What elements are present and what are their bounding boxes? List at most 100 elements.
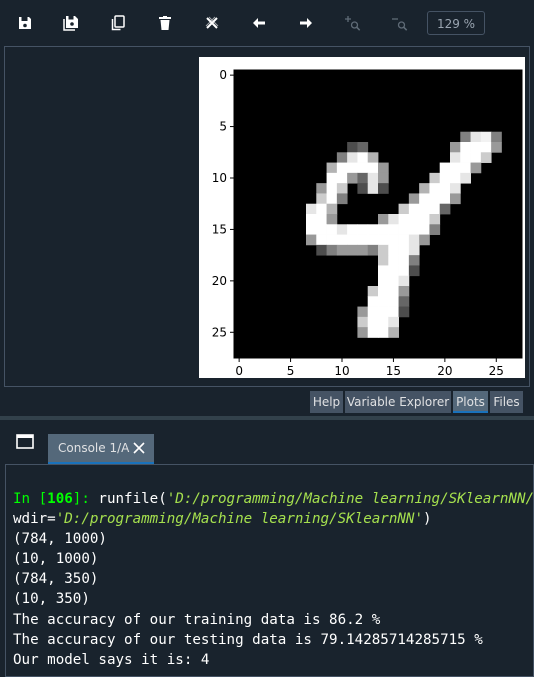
image-pixel: [388, 286, 399, 297]
remove-all-icon: [205, 16, 219, 29]
image-pixel: [347, 224, 358, 235]
image-pixel: [336, 224, 348, 235]
tab-variable-explorer[interactable]: Variable Explorer: [345, 391, 451, 413]
next-plot-button[interactable]: [291, 8, 321, 38]
image-pixel: [491, 142, 502, 153]
image-pixel: [367, 286, 379, 297]
save-button[interactable]: [10, 8, 40, 38]
image-pixel: [378, 172, 389, 184]
image-pixel: [357, 162, 369, 174]
image-pixel: [378, 286, 389, 297]
image-pixel: [460, 172, 471, 184]
zoom-out-button[interactable]: [385, 8, 415, 38]
zoom-in-button[interactable]: [338, 8, 368, 38]
image-pixel: [429, 224, 441, 235]
image-pixel: [408, 224, 420, 235]
image-pixel: [450, 142, 461, 153]
image-pixel: [347, 234, 358, 246]
image-pixel: [398, 224, 410, 235]
image-pixel: [378, 234, 389, 246]
image-pixel: [326, 162, 338, 174]
image-pixel: [439, 183, 451, 194]
image-pixel: [316, 224, 327, 235]
image-pixel: [367, 296, 379, 307]
image-pixel: [316, 244, 327, 256]
image-pixel: [388, 275, 399, 287]
image-pixel: [306, 234, 317, 246]
y-tick-label: 5: [219, 120, 227, 134]
save-icon: [19, 17, 31, 29]
image-pixel: [398, 286, 410, 297]
remove-all-plots-button[interactable]: [197, 8, 227, 38]
image-pixel: [460, 142, 471, 153]
image-pixel: [378, 296, 389, 307]
image-pixel: [419, 234, 430, 246]
image-pixel: [408, 214, 420, 225]
image-pixel: [388, 244, 399, 256]
image-pixel: [306, 214, 317, 225]
image-pixel: [460, 131, 471, 143]
console-command: runfile(: [98, 491, 167, 507]
image-pixel: [357, 327, 369, 338]
previous-plot-button[interactable]: [244, 8, 274, 38]
image-pixel: [347, 152, 358, 163]
x-tick-label: 25: [489, 364, 504, 378]
image-pixel: [378, 275, 389, 287]
console-output[interactable]: In [106]: runfile('D:/programming/Machin…: [5, 464, 534, 677]
image-pixel: [408, 265, 420, 277]
image-pixel: [336, 183, 348, 194]
image-pixel: [388, 214, 399, 225]
output-line: (10, 350): [13, 591, 90, 608]
image-pixel: [398, 296, 410, 307]
plot-figure[interactable]: 0 5 10 15 20 25 0 5 10 15 20 25: [199, 57, 525, 378]
console-text: In [106]: runfile('D:/programming/Machin…: [13, 489, 533, 670]
image-pixel: [326, 244, 338, 256]
x-tick-label: 10: [334, 364, 349, 378]
copy-button[interactable]: [103, 8, 133, 38]
output-line: The accuracy of our training data is 86.…: [13, 611, 381, 628]
image-pixel: [480, 152, 492, 163]
save-all-icon: [63, 16, 78, 31]
image-pixel: [460, 162, 471, 174]
plots-toolbar: 129 %: [0, 0, 534, 46]
console-wdir-arg: 'D:/programming/Machine learning/SKlearn…: [55, 511, 424, 528]
image-pixel: [429, 193, 441, 205]
image-pixel: [388, 255, 399, 266]
remove-plot-button[interactable]: [150, 8, 180, 38]
console-options-button[interactable]: [16, 434, 34, 453]
image-pixel: [491, 131, 502, 143]
tab-plots[interactable]: Plots: [453, 391, 488, 413]
output-line: (784, 350): [13, 571, 99, 588]
console-wdir-close: ): [423, 511, 432, 528]
x-tick-label: 15: [386, 364, 401, 378]
save-all-button[interactable]: [56, 8, 86, 38]
image-pixel: [357, 244, 369, 256]
console-tab[interactable]: Console 1/A: [48, 434, 154, 464]
image-pixel: [398, 265, 410, 277]
close-icon[interactable]: [132, 441, 146, 455]
image-pixel: [408, 193, 420, 205]
image-pixel: [316, 203, 327, 215]
zoom-level-field[interactable]: 129 %: [427, 11, 485, 35]
image-pixel: [347, 244, 358, 256]
image-pixel: [378, 306, 389, 318]
image-pixel: [306, 203, 317, 215]
image-pixel: [367, 244, 379, 256]
image-pixel: [326, 203, 338, 215]
image-pixel: [357, 172, 369, 184]
image-pixel: [470, 162, 482, 174]
tab-help[interactable]: Help: [310, 391, 343, 413]
image-pixel: [357, 306, 369, 318]
copy-icon: [111, 15, 125, 31]
image-pixel: [357, 234, 369, 246]
image-pixel: [480, 131, 492, 143]
x-tick-label: 5: [287, 364, 295, 378]
image-pixel: [398, 306, 410, 318]
image-pixel: [470, 131, 482, 143]
tab-files[interactable]: Files: [490, 391, 523, 413]
image-pixel: [367, 224, 379, 235]
image-pixel: [470, 152, 482, 163]
image-pixel: [429, 183, 441, 194]
window-icon: [16, 434, 34, 449]
image-pixel: [388, 265, 399, 277]
